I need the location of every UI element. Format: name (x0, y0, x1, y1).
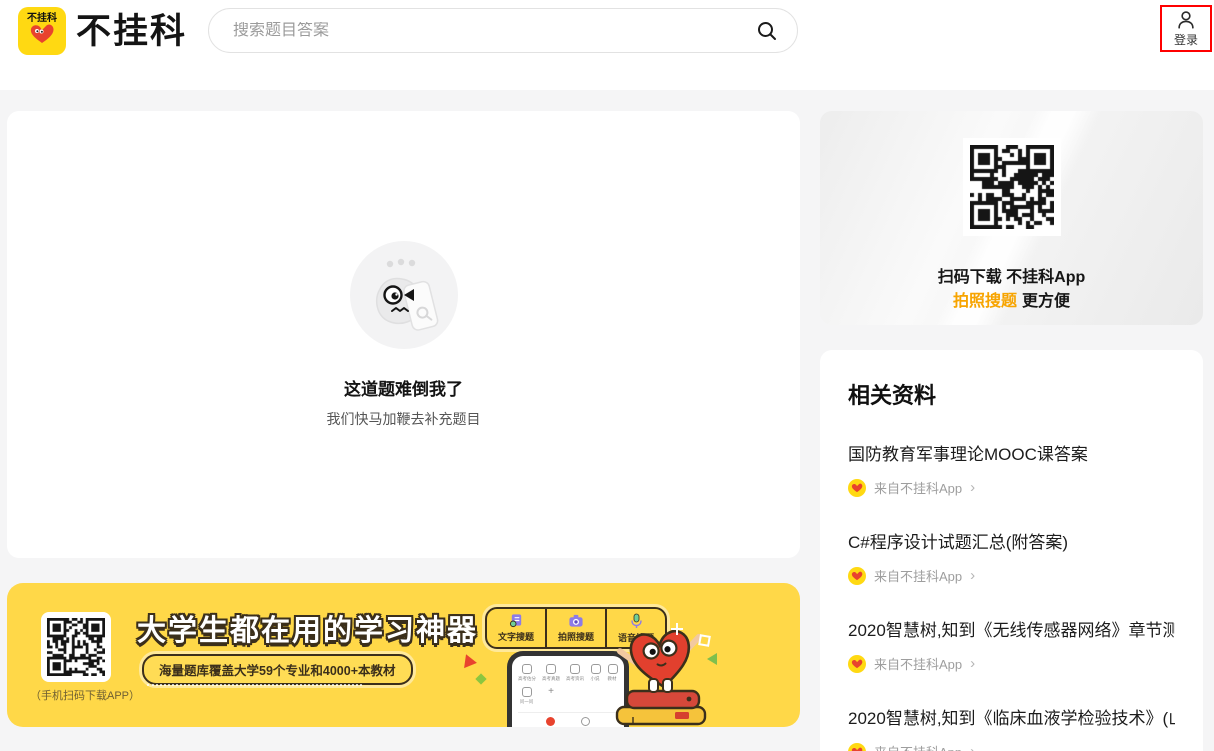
empty-state-title: 这道题难倒我了 (344, 375, 463, 400)
chevron-right-icon: › (970, 745, 975, 751)
related-item-source[interactable]: 来自不挂科App › (848, 566, 1175, 585)
chevron-right-icon: › (970, 657, 975, 670)
qr-code (47, 618, 105, 676)
camera-icon (568, 613, 584, 628)
add-icon: + (548, 687, 554, 697)
app-logo-icon[interactable]: 不挂科 (18, 7, 66, 55)
mascot-illustration (350, 241, 458, 349)
empty-state-card: 这道题难倒我了 我们快马加鞭去补充题目 (7, 111, 800, 558)
related-item-title[interactable]: 2020智慧树,知到《临床血液学检验技术》(山… (848, 704, 1175, 729)
qr-code-container (963, 138, 1061, 236)
qr-card-line1: 扫码下载 不挂科App (820, 263, 1203, 287)
qr-card-line2: 拍照搜题更方便 (820, 287, 1203, 311)
heart-check-icon (29, 24, 55, 49)
red-triangle-shape (464, 654, 478, 670)
sparkle-icon (671, 623, 683, 635)
list-item: 2020智慧树,知到《临床血液学检验技术》(山… 来自不挂科App › (848, 704, 1175, 751)
related-title: 相关资料 (848, 378, 1175, 410)
chevron-right-icon: › (970, 569, 975, 582)
search-input[interactable] (233, 22, 755, 40)
buguake-app-icon (848, 479, 866, 497)
square-outline-shape (698, 634, 711, 647)
related-item-title[interactable]: 2020智慧树,知到《无线传感器网络》章节测… (848, 616, 1175, 641)
user-icon (1175, 9, 1197, 31)
list-item: C#程序设计试题汇总(附答案) 来自不挂科App › (848, 528, 1175, 585)
banner-qr-container (41, 612, 111, 682)
green-diamond-shape (475, 673, 486, 684)
list-item: 国防教育军事理论MOOC课答案 来自不挂科App › (848, 440, 1175, 497)
related-item-title[interactable]: 国防教育军事理论MOOC课答案 (848, 440, 1175, 465)
home-tab-icon (546, 717, 555, 726)
feature-photo-search: 拍照搜题 (545, 609, 605, 647)
qr-download-card: 扫码下载 不挂科App 拍照搜题更方便 (820, 111, 1203, 325)
green-triangle-shape (707, 653, 717, 665)
app-promo-banner[interactable]: （手机扫码下载APP） 大学生都在用的学习神器 海量题库覆盖大学59个专业和40… (7, 583, 800, 727)
login-button[interactable]: 登录 (1162, 7, 1210, 50)
chevron-right-icon: › (970, 481, 975, 494)
qr-card-highlight: 拍照搜题 (953, 293, 1017, 310)
banner-qr-caption: （手机扫码下载APP） (25, 687, 145, 703)
related-materials-card: 相关资料 国防教育军事理论MOOC课答案 来自不挂科App › C#程序设计试题… (820, 350, 1203, 751)
profile-tab-icon (581, 717, 590, 726)
login-label: 登录 (1174, 31, 1198, 48)
buguake-app-icon (848, 655, 866, 673)
related-item-title[interactable]: C#程序设计试题汇总(附答案) (848, 528, 1175, 553)
empty-state-subtitle: 我们快马加鞭去补充题目 (327, 409, 481, 429)
brand-wordmark: 不挂科 (76, 8, 187, 56)
search-bar (208, 8, 798, 53)
list-item: 2020智慧树,知到《无线传感器网络》章节测… 来自不挂科App › (848, 616, 1175, 673)
feature-text-search: 文字搜题 (487, 609, 545, 647)
banner-subline-pill: 海量题库覆盖大学59个专业和4000+本教材 (142, 654, 413, 685)
related-item-source[interactable]: 来自不挂科App › (848, 742, 1175, 751)
qr-code (970, 145, 1054, 229)
buguake-app-icon (848, 743, 866, 751)
logo-badge-text: 不挂科 (27, 13, 57, 24)
page: 不挂科 不挂科 (0, 0, 1214, 751)
heart-mascot-illustration (603, 621, 715, 727)
buguake-app-icon (848, 567, 866, 585)
text-search-icon (509, 613, 524, 628)
banner-headline: 大学生都在用的学习神器 (137, 607, 478, 649)
related-item-source[interactable]: 来自不挂科App › (848, 478, 1175, 497)
dotted-divider (147, 684, 362, 686)
header: 不挂科 不挂科 (0, 0, 1214, 90)
related-item-source[interactable]: 来自不挂科App › (848, 654, 1175, 673)
annotation-highlight-box: 登录 (1160, 5, 1212, 52)
search-icon[interactable] (755, 19, 779, 43)
